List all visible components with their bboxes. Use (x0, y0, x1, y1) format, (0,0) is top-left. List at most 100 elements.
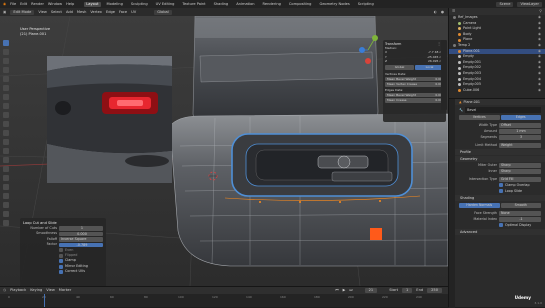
mean-bevel-weight-vert[interactable]: Mean Bevel Weight 0.00 (385, 76, 444, 82)
outliner-type-icon[interactable]: ☰ (452, 9, 455, 14)
menu-vertex[interactable]: Vertex (90, 10, 102, 15)
menu-playback[interactable]: Playback (10, 288, 26, 293)
tab-layout[interactable]: Layout (84, 1, 101, 7)
tab-shading[interactable]: Shading (212, 2, 231, 7)
menu-window[interactable]: Window (48, 2, 62, 7)
intersection-type-dropdown[interactable]: Grid Fill (499, 176, 541, 182)
tab-modeling[interactable]: Modeling (105, 2, 125, 7)
tab-geometry-nodes[interactable]: Geometry Nodes (317, 2, 351, 7)
median-z-field[interactable]: Z 26.095 cm (385, 59, 444, 63)
menu-keying[interactable]: Keying (30, 288, 42, 293)
start-frame-field[interactable]: 1 (402, 288, 413, 293)
annotate-icon[interactable] (3, 94, 9, 100)
amount-field[interactable]: 1 mm (499, 128, 541, 134)
advanced-section[interactable]: Advanced (455, 229, 545, 235)
menu-timeline-view[interactable]: View (46, 288, 55, 293)
extrude-icon[interactable] (3, 121, 9, 127)
factor-field[interactable]: -0.789 (59, 242, 103, 248)
timeline-type-icon[interactable]: ◷ (3, 288, 6, 293)
select-box-icon[interactable] (3, 40, 9, 46)
menu-face[interactable]: Face (119, 10, 127, 15)
smooth-icon[interactable] (3, 184, 9, 190)
jump-end-icon[interactable]: ⏭ (349, 288, 352, 293)
global-toggle[interactable]: Global (385, 65, 414, 70)
bevel-vertices-tab[interactable]: Vertices (459, 115, 500, 120)
visibility-eye-icon[interactable]: ◉ (538, 88, 541, 94)
harden-normals-toggle[interactable]: Harden Normals (459, 203, 500, 208)
overlay-icon[interactable]: ◐ (434, 10, 437, 15)
playhead[interactable] (44, 294, 45, 307)
menu-view[interactable]: View (38, 10, 47, 15)
jump-start-icon[interactable]: ⏮ (335, 288, 338, 293)
transform-orientation[interactable]: Global (154, 9, 172, 15)
mode-selector[interactable]: Edit Mode (10, 9, 35, 15)
shrink-fatten-icon[interactable] (3, 202, 9, 208)
modifier-name-field[interactable]: Bevel (465, 107, 541, 113)
number-of-cuts-field[interactable]: 1 (59, 226, 103, 231)
smoothness-field[interactable]: 0.000 (59, 231, 103, 237)
menu-render[interactable]: Render (31, 2, 44, 7)
poly-build-icon[interactable] (3, 166, 9, 172)
menu-marker[interactable]: Marker (59, 288, 71, 293)
rip-region-icon[interactable] (3, 220, 9, 226)
menu-file[interactable]: File (10, 2, 16, 7)
cursor-icon[interactable] (3, 49, 9, 55)
inset-icon[interactable] (3, 130, 9, 136)
loop-cut-icon[interactable] (3, 148, 9, 154)
menu-help[interactable]: Help (66, 2, 74, 7)
move-icon[interactable] (3, 58, 9, 64)
falloff-dropdown[interactable]: Inverse Square (59, 237, 103, 242)
miter-outer-dropdown[interactable]: Sharp (499, 162, 541, 168)
tab-rendering[interactable]: Rendering (261, 2, 283, 7)
width-type-dropdown[interactable]: Offset (499, 122, 541, 128)
tab-animation[interactable]: Animation (234, 2, 256, 7)
menu-mesh[interactable]: Mesh (77, 10, 86, 15)
spin-icon[interactable] (3, 175, 9, 181)
tab-uv-editing[interactable]: UV Editing (154, 2, 177, 7)
outliner-filter-icon[interactable]: ⚲ (539, 9, 542, 14)
tab-scripting[interactable]: Scripting (356, 2, 376, 7)
scale-icon[interactable] (3, 76, 9, 82)
edge-slide-icon[interactable] (3, 193, 9, 199)
material-index-field[interactable]: -1 (499, 216, 541, 222)
shading-solid-icon[interactable]: ● (441, 10, 444, 15)
transform-icon[interactable] (3, 85, 9, 91)
limit-method-dropdown[interactable]: Weight (499, 142, 541, 148)
view-layer-selector[interactable]: ViewLayer (517, 1, 542, 7)
menu-edge[interactable]: Edge (106, 10, 115, 15)
local-toggle[interactable]: Local (415, 65, 444, 70)
timeline-ruler[interactable]: 020406080100120140160180200220240 (0, 294, 448, 307)
face-strength-dropdown[interactable]: None (499, 210, 541, 216)
blender-logo-icon[interactable]: ◉ (3, 2, 6, 7)
tab-compositing[interactable]: Compositing (287, 2, 314, 7)
editor-type-icon[interactable]: ▣ (3, 10, 6, 15)
outliner-item[interactable]: Cube.006 ◉ (449, 88, 545, 94)
play-icon[interactable]: ▶ (343, 288, 346, 293)
measure-icon[interactable] (3, 103, 9, 109)
profile-section[interactable]: Profile (455, 149, 545, 155)
menu-add[interactable]: Add (66, 10, 73, 15)
add-modifier-icon[interactable]: 🔧 (459, 107, 463, 113)
mean-crease[interactable]: Mean Crease 0.00 (385, 98, 444, 103)
tab-texture-paint[interactable]: Texture Paint (180, 2, 207, 7)
bevel-icon[interactable] (3, 139, 9, 145)
scene-selector[interactable]: Scene (496, 1, 514, 7)
correct-uvs-checkbox[interactable]: Correct UVs (23, 269, 103, 274)
knife-icon[interactable] (3, 157, 9, 163)
menu-uv[interactable]: UV (131, 10, 136, 15)
3d-viewport[interactable]: User Perspective (21) Plane.001 Transfor… (0, 16, 448, 286)
rotate-icon[interactable] (3, 67, 9, 73)
menu-select[interactable]: Select (51, 10, 62, 15)
segments-field[interactable]: 3 (499, 134, 541, 140)
tab-sculpting[interactable]: Sculpting (129, 2, 150, 7)
menu-edit[interactable]: Edit (20, 2, 27, 7)
optimal-display-checkbox[interactable]: Optimal Display (455, 222, 545, 228)
loop-slide-checkbox[interactable]: Loop Slide (455, 188, 545, 194)
mean-vertex-crease[interactable]: Mean Vertex Crease 0.00 (385, 82, 444, 87)
add-cube-icon[interactable] (3, 112, 9, 118)
sidebar-tabs[interactable] (441, 40, 447, 110)
mean-bevel-weight-edge[interactable]: Mean Bevel Weight 0.00 (385, 92, 444, 98)
smooth-toggle[interactable]: Smooth (500, 203, 541, 208)
miter-inner-dropdown[interactable]: Sharp (499, 168, 541, 174)
current-frame-field[interactable]: 21 (364, 288, 378, 293)
